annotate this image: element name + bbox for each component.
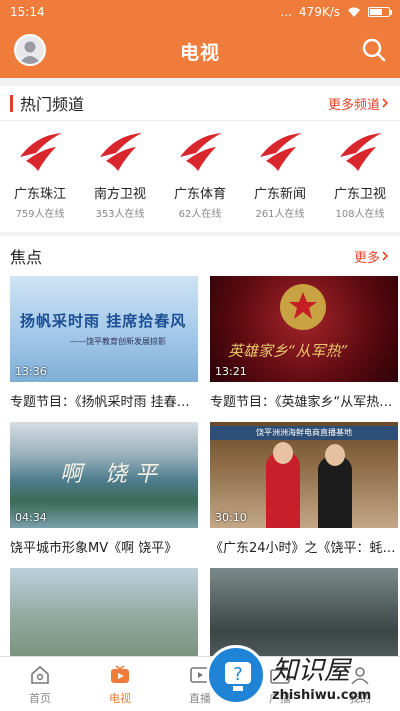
emblem-icon	[280, 284, 326, 330]
wifi-icon	[348, 7, 360, 17]
video-card[interactable]	[210, 568, 398, 656]
status-dots: ...	[280, 5, 292, 19]
battery-icon	[368, 7, 392, 17]
person-head	[273, 442, 293, 464]
video-title: 专题节目：《英雄家乡“从军热”》	[210, 395, 398, 410]
channel-viewers: 353人在线	[95, 209, 145, 220]
video-card[interactable]: 饶平洲洲海鲜电商直播基地 30:10 《广东24小时》之《饶平：蚝乡》	[210, 422, 398, 568]
user-icon	[351, 667, 369, 685]
gdtv-logo-icon	[20, 133, 62, 171]
play-icon	[190, 667, 210, 683]
search-icon[interactable]	[360, 36, 388, 64]
video-duration: 30:10	[215, 511, 247, 524]
more-focus-link[interactable]: 更多	[354, 247, 390, 266]
tab-tv[interactable]: 电视	[80, 657, 160, 711]
thumbnail-caption: 饶平洲洲海鲜电商直播基地	[210, 426, 398, 440]
app-header: 电视	[0, 24, 400, 78]
thumbnail-caption: 英雄家乡“从军热”	[228, 342, 349, 360]
section-title-hot-channels: 热门频道	[10, 91, 84, 115]
video-card[interactable]: 扬帆采时雨 挂席拾春风 ——饶平教育创新发展掠影 13:36 专题节目：《扬帆采…	[10, 276, 198, 422]
tab-live[interactable]: 直播	[160, 657, 240, 711]
video-duration: 04:34	[15, 511, 47, 524]
video-thumbnail: 英雄家乡“从军热” 13:21	[210, 276, 398, 382]
gdtv-logo-icon	[340, 133, 382, 171]
video-duration: 13:21	[215, 365, 247, 378]
status-time: 15:14	[10, 5, 45, 19]
status-bar: 15:14 ... 479K/s	[0, 0, 400, 24]
hot-channels-section: 热门频道 更多频道 广东珠江 759人在线 南方卫视 353人在线 广东体育 6…	[0, 86, 400, 232]
section-marker	[10, 94, 13, 112]
video-thumbnail	[10, 568, 198, 656]
video-title: 饶平城市形象MV《啊 饶平》	[10, 541, 178, 556]
video-thumbnail	[210, 568, 398, 656]
tab-home[interactable]: 首页	[0, 657, 80, 711]
channel-viewers: 759人在线	[15, 209, 65, 220]
channel-item[interactable]: 南方卫视 353人在线	[82, 131, 158, 220]
channel-name: 南方卫视	[93, 187, 146, 202]
chevron-right-icon	[382, 98, 389, 108]
person-figure	[318, 456, 352, 528]
user-icon	[19, 41, 41, 64]
channel-item[interactable]: 广东珠江 759人在线	[2, 131, 78, 220]
channel-viewers: 108人在线	[335, 209, 385, 220]
tab-me[interactable]: 我的	[320, 657, 400, 711]
tv-icon	[111, 665, 129, 683]
page-title: 电视	[179, 41, 220, 64]
person-head	[325, 444, 345, 466]
channel-name: 广东珠江	[13, 187, 66, 202]
thumbnail-subcaption: ——饶平教育创新发展掠影	[70, 337, 166, 346]
video-card[interactable]	[10, 568, 198, 656]
chevron-right-icon	[382, 251, 389, 261]
video-title: 《广东24小时》之《饶平：蚝乡》	[210, 541, 398, 556]
channel-item[interactable]: 广东卫视 108人在线	[322, 131, 398, 220]
video-card[interactable]: 英雄家乡“从军热” 13:21 专题节目：《英雄家乡“从军热”》	[210, 276, 398, 422]
video-thumbnail: 啊 饶平 04:34	[10, 422, 198, 528]
video-thumbnail: 饶平洲洲海鲜电商直播基地 30:10	[210, 422, 398, 528]
focus-section: 焦点 更多 扬帆采时雨 挂席拾春风 ——饶平教育创新发展掠影 13:36 专题节…	[0, 236, 400, 656]
video-title: 专题节目：《扬帆采时雨 挂春风》	[10, 395, 198, 410]
section-title-focus: 焦点	[10, 248, 43, 267]
gdtv-logo-icon	[100, 133, 142, 171]
channel-name: 广东体育	[173, 187, 226, 202]
avatar[interactable]	[14, 34, 46, 66]
thumbnail-caption: 啊 饶平	[60, 462, 165, 487]
home-icon	[31, 665, 49, 684]
video-thumbnail: 扬帆采时雨 挂席拾春风 ——饶平教育创新发展掠影 13:36	[10, 276, 198, 382]
channel-name: 广东新闻	[253, 187, 306, 202]
channel-viewers: 62人在线	[178, 209, 222, 220]
channel-name: 广东卫视	[333, 187, 386, 202]
network-speed: 479K/s	[298, 5, 340, 19]
video-card[interactable]: 啊 饶平 04:34 饶平城市形象MV《啊 饶平》	[10, 422, 198, 568]
channel-item[interactable]: 广东体育 62人在线	[162, 131, 238, 220]
bottom-tab-bar: 首页 电视 直播 广播 我的	[0, 656, 400, 711]
channel-viewers: 261人在线	[255, 209, 305, 220]
gdtv-logo-icon	[260, 133, 302, 171]
tab-radio[interactable]: 广播	[240, 657, 320, 711]
top-bar: 15:14 ... 479K/s 电视	[0, 0, 400, 78]
video-duration: 13:36	[15, 365, 47, 378]
radio-icon	[270, 665, 290, 684]
channel-item[interactable]: 广东新闻 261人在线	[242, 131, 318, 220]
gdtv-logo-icon	[180, 133, 222, 171]
more-channels-link[interactable]: 更多频道	[328, 94, 390, 113]
thumbnail-caption: 扬帆采时雨 挂席拾春风	[20, 312, 187, 330]
